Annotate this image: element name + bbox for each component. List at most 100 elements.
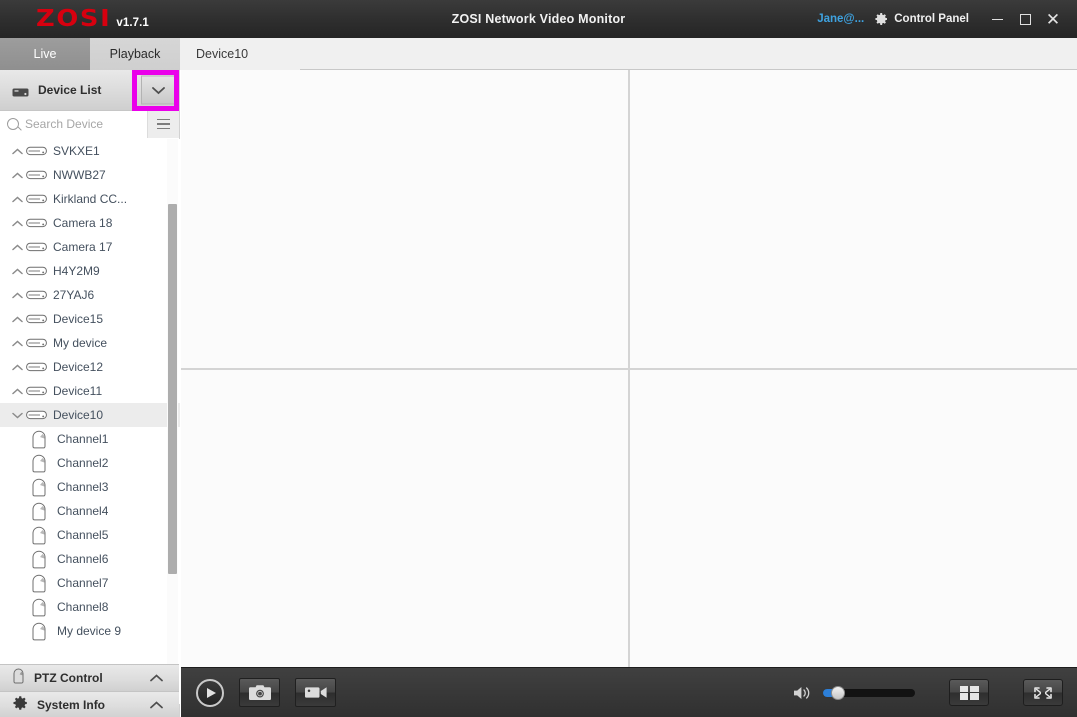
chevron-up-icon[interactable]	[10, 148, 24, 155]
tree-node-label: Channel3	[57, 480, 108, 494]
ptz-control-label: PTZ Control	[34, 671, 103, 685]
sidebar-scrollbar-track[interactable]	[167, 139, 178, 704]
user-account-label[interactable]: Jane@...	[817, 13, 864, 25]
list-view-icon[interactable]	[147, 111, 179, 138]
camera-dome-icon	[31, 526, 47, 544]
tree-row-channel[interactable]: Channel3	[0, 475, 180, 499]
device-tree-scroll: SVKXE1 NWWB27 Kirkland CC...Camera 18 Camer…	[0, 139, 180, 704]
nvr-icon	[26, 169, 47, 181]
sidebar-panel-ptz-control[interactable]: PTZ Control	[0, 664, 179, 691]
speaker-icon[interactable]	[793, 685, 811, 701]
tree-node-label: My device 9	[57, 624, 121, 638]
video-cell-2[interactable]	[630, 70, 1077, 368]
nvr-icon	[26, 361, 47, 373]
chevron-up-icon[interactable]	[10, 196, 24, 203]
chevron-up-icon[interactable]	[10, 172, 24, 179]
nvr-icon	[26, 193, 47, 205]
tab-playback[interactable]: Playback	[90, 38, 180, 70]
chevron-up-icon[interactable]	[10, 268, 24, 275]
video-cell-3[interactable]	[181, 370, 628, 668]
tree-row-channel[interactable]: Channel5	[0, 523, 180, 547]
camera-dome-icon	[31, 550, 47, 568]
nvr-icon	[26, 241, 47, 253]
camera-dome-icon	[31, 478, 47, 496]
video-camera-icon[interactable]	[295, 678, 336, 707]
chevron-up-icon[interactable]	[150, 701, 163, 709]
search-field-wrapper[interactable]	[0, 111, 147, 138]
chevron-up-icon[interactable]	[10, 388, 24, 395]
tree-row-channel[interactable]: My device 9	[0, 619, 180, 643]
titlebar-right-controls: Jane@... Control Panel ✕	[817, 0, 1077, 38]
tree-row-device[interactable]: H4Y2M9	[0, 259, 180, 283]
tree-row-device[interactable]: Device11	[0, 379, 180, 403]
chevron-up-icon[interactable]	[10, 244, 24, 251]
tree-row-device[interactable]: Kirkland CC...	[0, 187, 180, 211]
tree-node-label: Channel8	[57, 600, 108, 614]
app-logo: ZOSI v1.7.1	[36, 8, 149, 31]
chevron-up-icon[interactable]	[10, 316, 24, 323]
gear-icon[interactable]	[874, 12, 888, 26]
tab-device10[interactable]: Device10	[180, 38, 300, 70]
chevron-down-icon[interactable]	[10, 412, 24, 419]
device-list-title: Device List	[38, 83, 101, 97]
tab-strip: Live Playback Device10	[0, 38, 1077, 70]
chevron-up-icon[interactable]	[10, 220, 24, 227]
search-input[interactable]	[25, 117, 145, 131]
tree-row-channel[interactable]: Channel1	[0, 427, 180, 451]
device-tree: SVKXE1 NWWB27 Kirkland CC...Camera 18 Camer…	[0, 139, 180, 643]
tree-row-device[interactable]: My device	[0, 331, 180, 355]
tree-row-channel[interactable]: Channel4	[0, 499, 180, 523]
bottom-toolbar-right	[793, 679, 1077, 706]
tree-row-channel[interactable]: Channel8	[0, 595, 180, 619]
video-grid	[181, 70, 1077, 667]
tree-row-device[interactable]: 27YAJ6	[0, 283, 180, 307]
tab-live[interactable]: Live	[0, 38, 90, 70]
play-icon[interactable]	[196, 679, 224, 707]
tree-row-device[interactable]: Device15	[0, 307, 180, 331]
tree-row-device[interactable]: NWWB27	[0, 163, 180, 187]
zosi-app-window: ZOSI v1.7.1 ZOSI Network Video Monitor J…	[0, 0, 1077, 717]
tree-row-device[interactable]: Device10	[0, 403, 180, 427]
tree-row-device[interactable]: Camera 18	[0, 211, 180, 235]
tree-row-channel[interactable]: Channel2	[0, 451, 180, 475]
chevron-up-icon[interactable]	[10, 340, 24, 347]
tree-node-label: 27YAJ6	[53, 288, 94, 302]
tree-node-label: NWWB27	[53, 168, 106, 182]
nvr-icon	[26, 313, 47, 325]
nvr-icon	[26, 337, 47, 349]
chevron-up-icon[interactable]	[150, 674, 163, 682]
sidebar-panel-system-info[interactable]: System Info	[0, 691, 179, 717]
tree-row-device[interactable]: Camera 17	[0, 235, 180, 259]
control-panel-button[interactable]: Control Panel	[894, 13, 969, 25]
tree-row-channel[interactable]: Channel7	[0, 571, 180, 595]
camera-dome-icon	[31, 574, 47, 592]
device-list-header[interactable]: Device List	[0, 70, 179, 111]
gear-icon	[12, 695, 28, 716]
grid-2x2-icon[interactable]	[949, 679, 989, 706]
close-icon[interactable]: ✕	[1039, 5, 1067, 33]
camera-icon[interactable]	[239, 678, 280, 707]
bottom-toolbar	[181, 667, 1077, 717]
volume-slider-knob[interactable]	[831, 686, 845, 700]
chevron-up-icon[interactable]	[10, 292, 24, 299]
maximize-icon[interactable]	[1011, 5, 1039, 33]
camera-dome-icon	[31, 454, 47, 472]
system-info-label: System Info	[37, 698, 105, 712]
tree-node-label: Camera 17	[53, 240, 112, 254]
logo-text: ZOSI	[36, 8, 111, 31]
tree-row-device[interactable]: Device12	[0, 355, 180, 379]
sidebar-scrollbar-thumb[interactable]	[168, 204, 177, 574]
tree-node-label: Device11	[53, 384, 102, 398]
minimize-icon[interactable]	[983, 5, 1011, 33]
video-cell-4[interactable]	[630, 370, 1077, 668]
tree-node-label: Device15	[53, 312, 103, 326]
video-cell-1[interactable]	[181, 70, 628, 368]
fullscreen-icon[interactable]	[1023, 679, 1063, 706]
tree-row-device[interactable]: SVKXE1	[0, 139, 180, 163]
tree-row-channel[interactable]: Channel6	[0, 547, 180, 571]
device-list-collapse-button[interactable]	[141, 76, 175, 105]
volume-slider[interactable]	[823, 689, 915, 697]
left-sidebar: Device List SVKXE1NWWB27Kirkland CC...Ca…	[0, 70, 180, 717]
chevron-up-icon[interactable]	[10, 364, 24, 371]
tree-node-label: Device10	[53, 408, 103, 422]
